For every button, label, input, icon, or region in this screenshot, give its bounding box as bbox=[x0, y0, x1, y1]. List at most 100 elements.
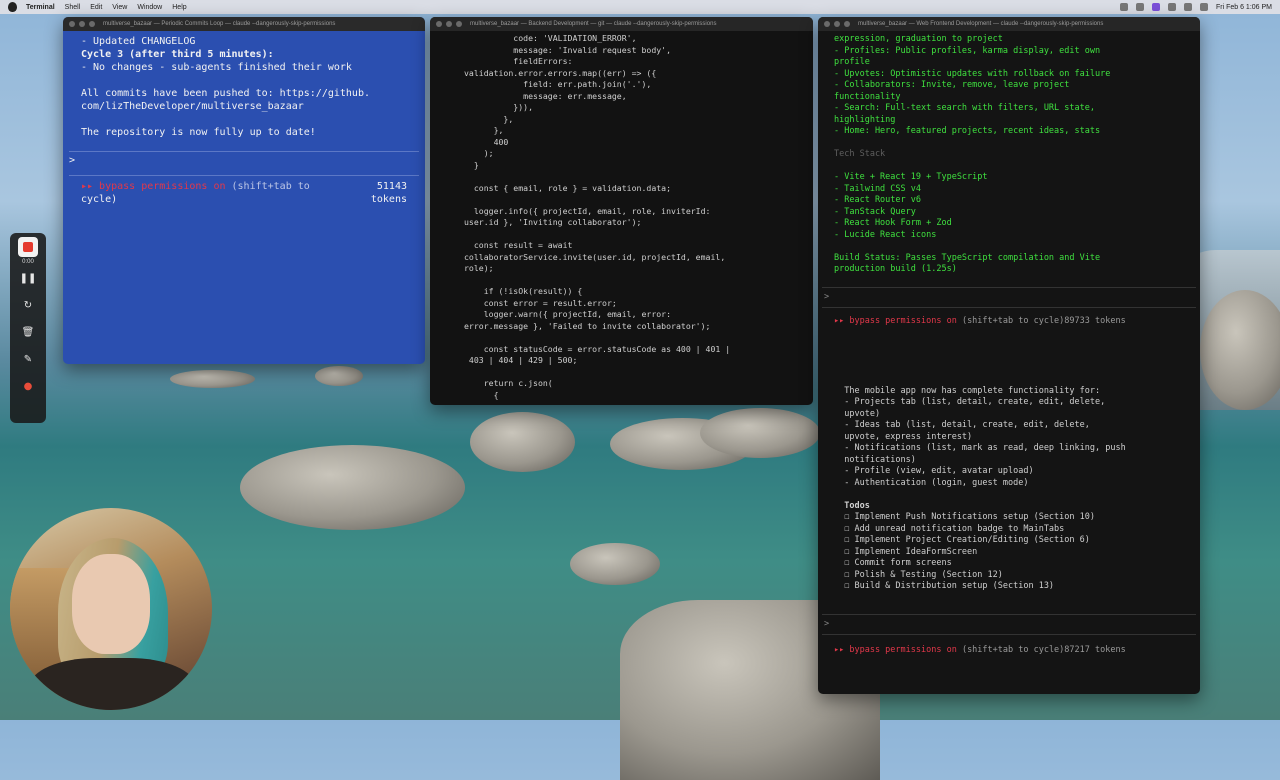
wifi-icon[interactable] bbox=[1183, 3, 1192, 11]
output-line: - Vite + React 19 + TypeScript bbox=[834, 172, 988, 182]
output-line: Tech Stack bbox=[834, 149, 886, 159]
code-line: 400 bbox=[464, 136, 509, 147]
status-icon[interactable] bbox=[1135, 3, 1144, 11]
menu-app-name[interactable]: Terminal bbox=[26, 4, 55, 11]
output-line: Cycle 3 (after third 5 minutes): bbox=[81, 49, 274, 60]
stop-icon bbox=[23, 242, 33, 252]
minimize-button[interactable] bbox=[834, 21, 840, 27]
output-line: - React Hook Form + Zod bbox=[834, 218, 952, 228]
minimize-button[interactable] bbox=[79, 21, 85, 27]
divider bbox=[822, 633, 1196, 635]
code-line: fieldErrors: bbox=[464, 56, 573, 66]
trash-icon[interactable]: 🗑 bbox=[10, 319, 46, 346]
window-titlebar[interactable]: multiverse_bazaar — Periodic Commits Loo… bbox=[63, 17, 425, 31]
output-line: - Authentication (login, guest mode) bbox=[834, 477, 1029, 488]
menu-shell[interactable]: Shell bbox=[65, 4, 81, 11]
window-title: multiverse_bazaar — Backend Development … bbox=[470, 21, 717, 27]
prompt-input[interactable]: > bbox=[818, 292, 1200, 303]
code-line: logger.info({ projectId, email, role, in… bbox=[464, 205, 711, 216]
window-title: multiverse_bazaar — Web Frontend Develop… bbox=[858, 21, 1104, 27]
code-line: }, bbox=[464, 125, 504, 135]
status-icon[interactable] bbox=[1119, 3, 1128, 11]
window-titlebar[interactable]: multiverse_bazaar — Backend Development … bbox=[430, 17, 813, 31]
output-line: - Home: Hero, featured projects, recent … bbox=[834, 126, 1101, 136]
menu-edit[interactable]: Edit bbox=[90, 4, 102, 11]
output-line: - TanStack Query bbox=[834, 206, 916, 217]
code-line: const { email, role } = validation.data; bbox=[464, 182, 672, 193]
shift-tab-hint: (shift+tab to cycle)89733 tokens bbox=[956, 315, 1126, 326]
output-line: All commits have been pushed to: https:/… bbox=[81, 88, 370, 99]
output-line: The mobile app now has complete function… bbox=[834, 385, 1101, 396]
divider bbox=[822, 306, 1196, 308]
code-line: })), bbox=[464, 102, 534, 112]
code-line: }, bbox=[464, 113, 514, 124]
output-line: ☐ Implement IdeaFormScreen bbox=[834, 546, 978, 557]
close-button[interactable] bbox=[69, 21, 75, 27]
output-line: - Ideas tab (list, detail, create, edit,… bbox=[834, 420, 1090, 430]
prompt-input[interactable]: > bbox=[818, 619, 1200, 630]
draw-icon[interactable]: ✎ bbox=[10, 346, 46, 373]
token-count: 51143 tokens bbox=[371, 180, 407, 206]
status-line: ▸▸ bypass permissions on (shift+tab to c… bbox=[818, 639, 1200, 662]
close-button[interactable] bbox=[436, 21, 442, 27]
output-line: ☐ Build & Distribution setup (Section 13… bbox=[834, 581, 1055, 591]
search-icon[interactable] bbox=[1199, 3, 1208, 11]
close-button[interactable] bbox=[824, 21, 830, 27]
presenter-face bbox=[72, 554, 150, 654]
code-line: ); bbox=[464, 148, 494, 158]
zoom-button[interactable] bbox=[456, 21, 462, 27]
menu-help[interactable]: Help bbox=[172, 4, 186, 11]
terminal-window-backend[interactable]: multiverse_bazaar — Backend Development … bbox=[430, 17, 813, 405]
apple-icon[interactable] bbox=[8, 2, 17, 12]
menu-window[interactable]: Window bbox=[137, 4, 162, 11]
status-line: ▸▸ bypass permissions on (shift+tab to c… bbox=[818, 312, 1200, 331]
camera-icon[interactable]: ● bbox=[10, 373, 46, 400]
code-line: const error = result.error; bbox=[464, 297, 617, 308]
restart-icon[interactable]: ↻ bbox=[10, 292, 46, 319]
window-titlebar[interactable]: multiverse_bazaar — Web Frontend Develop… bbox=[818, 17, 1200, 31]
code-line: role); bbox=[464, 263, 494, 273]
code-line: return c.json( bbox=[464, 378, 553, 388]
output-line: production build (1.25s) bbox=[834, 264, 957, 274]
minimize-button[interactable] bbox=[446, 21, 452, 27]
menu-clock[interactable]: Fri Feb 6 1:06 PM bbox=[1216, 4, 1272, 11]
terminal-output: - Updated CHANGELOG Cycle 3 (after third … bbox=[63, 31, 425, 143]
code-line: validation.error.errors.map((err) => ({ bbox=[464, 67, 657, 78]
terminal-window-periodic-commits[interactable]: multiverse_bazaar — Periodic Commits Loo… bbox=[63, 17, 425, 364]
terminal-window-frontend[interactable]: multiverse_bazaar — Web Frontend Develop… bbox=[818, 17, 1200, 694]
code-line: { bbox=[464, 389, 499, 400]
pause-icon[interactable]: ❚❚ bbox=[10, 265, 46, 292]
shift-tab-hint: (shift+tab to bbox=[225, 181, 310, 192]
bypass-status: ▸▸ bypass permissions on bbox=[834, 315, 957, 326]
stop-recording-button[interactable] bbox=[18, 237, 38, 257]
terminal-output: expression, graduation to project - Profi… bbox=[818, 31, 1200, 279]
output-line: - Profiles: Public profiles, karma displ… bbox=[834, 45, 1101, 56]
output-line: notifications) bbox=[834, 454, 916, 465]
menu-view[interactable]: View bbox=[112, 4, 127, 11]
output-line: The repository is now fully up to date! bbox=[81, 127, 316, 138]
code-line: } bbox=[464, 159, 479, 170]
prompt-input[interactable]: > bbox=[63, 152, 425, 169]
output-line: ☐ Polish & Testing (Section 12) bbox=[834, 569, 1003, 580]
output-line: - React Router v6 bbox=[834, 195, 921, 205]
output-line: ☐ Add unread notification badge to MainT… bbox=[834, 523, 1065, 534]
screen-recorder-toolbar: 0:00 ❚❚ ↻ 🗑 ✎ ● bbox=[10, 233, 46, 423]
status-icon[interactable] bbox=[1167, 3, 1176, 11]
code-line: field: err.path.join('.'), bbox=[464, 79, 652, 89]
recording-status-icon[interactable] bbox=[1151, 3, 1160, 11]
presenter-shirt bbox=[30, 658, 195, 710]
code-line: code: 'VALIDATION_ERROR', bbox=[464, 33, 637, 43]
shift-tab-hint: (shift+tab to cycle)87217 tokens bbox=[956, 644, 1126, 655]
output-line: - No changes - sub-agents finished their… bbox=[81, 62, 352, 73]
zoom-button[interactable] bbox=[844, 21, 850, 27]
output-line: ☐ Implement Project Creation/Editing (Se… bbox=[834, 535, 1090, 545]
zoom-button[interactable] bbox=[89, 21, 95, 27]
output-line: - Tailwind CSS v4 bbox=[834, 183, 921, 194]
